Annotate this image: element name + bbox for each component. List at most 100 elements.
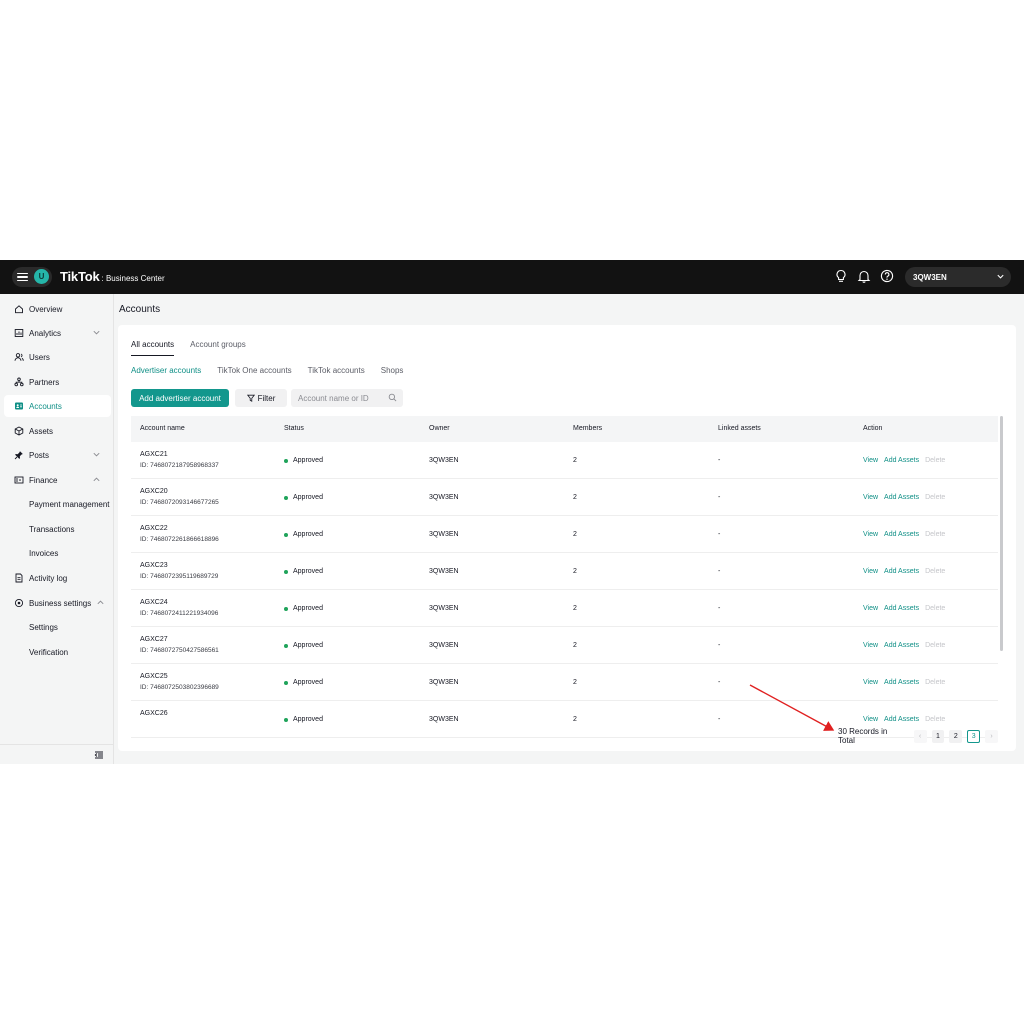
owner: 3QW3EN [429,494,459,501]
page-3-button[interactable]: 3 [967,729,981,743]
wallet-icon [14,475,24,485]
account-id: ID: 7468072261866618896 [140,536,219,543]
search-icon[interactable] [388,393,397,402]
sidebar-item-label: Activity log [29,573,68,583]
sidebar-item-posts[interactable]: Posts [4,444,111,466]
account-id: ID: 7468072187958968337 [140,462,219,469]
tab-shops[interactable]: Shops [381,366,404,375]
sidebar-item-users[interactable]: Users [4,346,111,368]
filter-button[interactable]: Filter [235,389,287,407]
add-assets-link[interactable]: Add Assets [884,679,919,686]
column-header-members: Members [573,425,603,432]
home-icon [14,304,24,314]
sidebar-item-invoices[interactable]: Invoices [4,542,111,564]
chevron-down-icon [93,330,100,335]
records-total: 30 Records in Total [838,727,888,745]
sidebar-item-accounts[interactable]: Accounts [4,395,111,417]
prev-page-button[interactable]: ‹ [913,729,927,743]
view-link[interactable]: View [863,716,878,723]
business-account-name: 3QW3EN [913,272,947,282]
account-id: ID: 7468072750427586561 [140,647,219,654]
sidebar-item-activity-log[interactable]: Activity log [4,567,111,589]
sidebar-item-analytics[interactable]: Analytics [4,322,111,344]
sidebar-footer [0,744,114,764]
bell-icon[interactable] [857,269,871,283]
tab-account-groups[interactable]: Account groups [190,340,246,356]
status-text: Approved [293,716,323,723]
sidebar-item-assets[interactable]: Assets [4,420,111,442]
lightbulb-icon[interactable] [834,269,848,283]
add-assets-link[interactable]: Add Assets [884,494,919,501]
add-assets-link[interactable]: Add Assets [884,531,919,538]
members-count: 2 [573,568,577,575]
table-header: Account name Status Owner Members Linked… [131,416,998,442]
add-assets-link[interactable]: Add Assets [884,457,919,464]
row-actions: View Add Assets Delete [863,642,951,649]
view-link[interactable]: View [863,457,878,464]
members-count: 2 [573,679,577,686]
add-assets-link[interactable]: Add Assets [884,605,919,612]
pagination: 30 Records in Total ‹ 1 2 3 › [838,727,1003,745]
owner: 3QW3EN [429,716,459,723]
cube-icon [14,426,24,436]
business-account-selector[interactable]: 3QW3EN [905,267,1011,287]
sidebar-item-label: Finance [29,475,58,485]
sidebar-item-label: Business settings [29,598,92,608]
view-link[interactable]: View [863,679,878,686]
add-advertiser-account-button[interactable]: Add advertiser account [131,389,229,407]
view-link[interactable]: View [863,605,878,612]
help-icon[interactable] [880,269,894,283]
sidebar-item-partners[interactable]: Partners [4,371,111,393]
sidebar-item-payment-management[interactable]: Payment management [4,493,111,515]
status-text: Approved [293,531,323,538]
table-row: AGXC22 ID: 7468072261866618896 Approved 3QW… [131,516,998,553]
sidebar-item-label: Analytics [29,328,62,338]
tab-all-accounts[interactable]: All accounts [131,340,175,356]
search-input[interactable] [291,389,383,407]
view-link[interactable]: View [863,568,878,575]
tab-advertiser-accounts[interactable]: Advertiser accounts [131,366,201,375]
sidebar-item-overview[interactable]: Overview [4,298,111,320]
sidebar-item-transactions[interactable]: Transactions [4,518,111,540]
sidebar-item-label: Partners [29,377,60,387]
account-id: ID: 7468072395119689729 [140,573,219,580]
add-assets-link[interactable]: Add Assets [884,642,919,649]
menu-toggle-button[interactable]: U [12,267,52,287]
status-dot [284,569,288,574]
accounts-icon [14,401,24,411]
sidebar: Overview Analytics Users Partners Accoun… [0,294,114,764]
table-row: AGXC24 ID: 7468072411221934096 Approved 3QW… [131,590,998,627]
account-name: AGXC23 [140,562,168,569]
members-count: 2 [573,457,577,464]
sidebar-item-label: Assets [29,426,54,436]
table-scrollbar[interactable] [1000,416,1003,651]
page-2-button[interactable]: 2 [949,729,963,743]
tab-tiktok-one-accounts[interactable]: TikTok One accounts [217,366,291,375]
row-actions: View Add Assets Delete [863,716,951,723]
next-page-button[interactable]: › [985,729,998,743]
delete-link: Delete [925,457,946,464]
page-1-button[interactable]: 1 [931,729,945,743]
add-assets-link[interactable]: Add Assets [884,716,919,723]
status-badge: Approved [284,568,323,575]
table-row: AGXC21 ID: 7468072187958968337 Approved 3QW… [131,442,998,479]
status-text: Approved [293,642,323,649]
tab-tiktok-accounts[interactable]: TikTok accounts [308,366,365,375]
status-text: Approved [293,568,323,575]
collapse-sidebar-icon[interactable] [94,750,104,760]
members-count: 2 [573,716,577,723]
pin-icon [14,450,24,460]
sidebar-item-business-settings[interactable]: Business settings [4,592,111,614]
sidebar-item-finance[interactable]: Finance [4,469,111,491]
accounts-table: Account name Status Owner Members Linked… [131,416,998,738]
view-link[interactable]: View [863,531,878,538]
sidebar-item-verification[interactable]: Verification [4,641,111,663]
row-actions: View Add Assets Delete [863,457,951,464]
sidebar-item-settings[interactable]: Settings [4,616,111,638]
column-header-owner: Owner [429,425,450,432]
account-name: AGXC24 [140,599,168,606]
view-link[interactable]: View [863,494,878,501]
add-assets-link[interactable]: Add Assets [884,568,919,575]
view-link[interactable]: View [863,642,878,649]
row-actions: View Add Assets Delete [863,568,951,575]
